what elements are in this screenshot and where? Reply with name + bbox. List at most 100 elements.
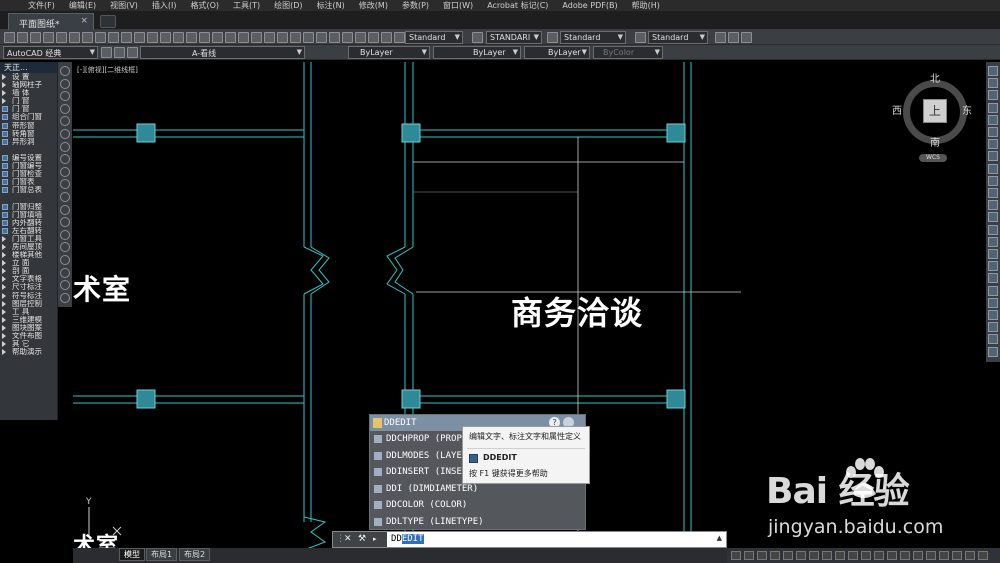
close-tab-icon[interactable]: × xyxy=(80,16,88,26)
tool-icon[interactable] xyxy=(988,90,998,101)
palette-item[interactable]: 门窗总表 xyxy=(0,186,57,194)
tool-icon[interactable] xyxy=(225,32,236,43)
tool-icon[interactable] xyxy=(60,116,70,127)
tool-icon[interactable] xyxy=(988,236,998,247)
tool-icon[interactable] xyxy=(988,224,998,235)
tool-icon[interactable] xyxy=(56,32,67,43)
chevron-up-icon[interactable]: ▲ xyxy=(717,534,722,542)
tool-icon[interactable] xyxy=(368,32,379,43)
palette-item[interactable]: 尺寸标注 xyxy=(0,283,57,291)
tool-icon[interactable] xyxy=(290,32,301,43)
tool-icon[interactable] xyxy=(95,32,106,43)
palette-item[interactable]: 门 窗 xyxy=(0,97,57,105)
autocomplete-item[interactable]: DDCOLOR (COLOR) xyxy=(370,497,585,514)
color-select[interactable]: ByLayer ▼ xyxy=(348,46,430,59)
tool-icon[interactable] xyxy=(988,322,998,333)
status-toggle-icon[interactable] xyxy=(939,551,949,560)
tool-icon[interactable] xyxy=(316,32,327,43)
tool-icon[interactable] xyxy=(988,139,998,150)
tool-icon[interactable] xyxy=(173,32,184,43)
tab-model[interactable]: 模型 xyxy=(119,548,145,561)
palette-item[interactable]: 门窗编号 xyxy=(0,162,57,170)
tool-icon[interactable] xyxy=(251,32,262,43)
tool-icon[interactable] xyxy=(199,32,210,43)
palette-item[interactable]: 门窗表 xyxy=(0,178,57,186)
palette-item[interactable]: 门窗填墙 xyxy=(0,211,57,219)
tool-icon[interactable] xyxy=(60,154,70,165)
menu-item[interactable]: 插入(I) xyxy=(152,0,177,11)
tool-icon[interactable] xyxy=(60,242,70,253)
tool-icon[interactable] xyxy=(988,297,998,308)
tool-icon[interactable] xyxy=(134,32,145,43)
menu-item[interactable]: 工具(T) xyxy=(233,0,260,11)
tool-icon[interactable] xyxy=(108,32,119,43)
tool-icon[interactable] xyxy=(303,32,314,43)
tool-icon[interactable] xyxy=(988,188,998,198)
tool-icon[interactable] xyxy=(60,166,70,177)
menu-item[interactable]: 文件(F) xyxy=(28,0,55,11)
tool-icon[interactable] xyxy=(4,32,15,43)
wrench-icon[interactable]: ⚒ xyxy=(358,532,366,547)
tool-icon[interactable] xyxy=(30,32,41,43)
tool-icon[interactable] xyxy=(728,32,739,43)
palette-item[interactable]: 内外翻转 xyxy=(0,219,57,227)
menu-item[interactable]: 帮助(H) xyxy=(632,0,660,11)
viewcube-top-face[interactable]: 上 xyxy=(923,99,947,123)
tool-icon[interactable] xyxy=(355,32,366,43)
tool-icon[interactable] xyxy=(186,32,197,43)
tool-icon[interactable] xyxy=(988,200,998,211)
close-icon[interactable]: ✕ xyxy=(344,532,352,547)
status-toggle-icon[interactable] xyxy=(978,551,988,560)
tool-icon[interactable] xyxy=(60,192,70,202)
compass-north[interactable]: 北 xyxy=(930,70,940,85)
tool-icon[interactable] xyxy=(715,32,726,43)
tool-icon[interactable] xyxy=(277,32,288,43)
palette-item[interactable]: 三维建模 xyxy=(0,316,57,324)
tool-icon[interactable] xyxy=(60,103,70,114)
palette-item[interactable]: 图层控制 xyxy=(0,300,57,308)
compass-south[interactable]: 南 xyxy=(930,134,940,149)
compass-west[interactable]: 西 xyxy=(892,102,902,117)
tool-icon[interactable] xyxy=(988,273,998,284)
palette-item[interactable]: 帮助演示 xyxy=(0,348,57,356)
palette-item[interactable]: 轴网柱子 xyxy=(0,81,57,89)
menu-item[interactable]: Adobe PDF(B) xyxy=(562,1,617,10)
palette-item[interactable]: 门 窗 xyxy=(0,105,57,113)
tool-icon[interactable] xyxy=(988,334,998,345)
tool-icon[interactable] xyxy=(329,32,340,43)
status-toggle-icon[interactable] xyxy=(913,551,923,560)
workspace-select[interactable]: AutoCAD 经典 ▼ xyxy=(3,46,98,59)
palette-item[interactable]: 异形洞 xyxy=(0,138,57,146)
tool-icon[interactable] xyxy=(60,179,70,190)
menu-item[interactable]: 修改(M) xyxy=(359,0,388,11)
tool-icon[interactable] xyxy=(988,310,998,320)
menu-item[interactable]: 视图(V) xyxy=(110,0,138,11)
palette-item[interactable]: 文字表格 xyxy=(0,275,57,283)
tool-icon[interactable] xyxy=(741,32,752,43)
status-toggle-icon[interactable] xyxy=(874,551,884,560)
palette-item[interactable]: 剖 面 xyxy=(0,267,57,275)
tool-icon[interactable] xyxy=(114,47,125,58)
layer-select[interactable]: A-看线 ▼ xyxy=(140,46,305,59)
dim-style-select[interactable]: STANDARI ▼ xyxy=(486,31,542,44)
tool-icon[interactable] xyxy=(60,204,70,215)
status-toggle-icon[interactable] xyxy=(783,551,793,560)
tool-icon[interactable] xyxy=(17,32,28,43)
viewport-label[interactable]: [-][俯视][二维线框] xyxy=(77,65,138,75)
tool-icon[interactable] xyxy=(60,78,70,89)
status-toggle-icon[interactable] xyxy=(770,551,780,560)
tool-icon[interactable] xyxy=(988,114,998,125)
tool-icon[interactable] xyxy=(127,47,138,58)
tool-icon[interactable] xyxy=(69,32,80,43)
palette-item[interactable]: 组合门窗 xyxy=(0,113,57,121)
new-tab-button[interactable] xyxy=(100,15,116,28)
tool-icon[interactable] xyxy=(988,163,998,174)
palette-item[interactable]: 墙 体 xyxy=(0,89,57,97)
tool-icon[interactable] xyxy=(60,129,70,139)
palette-item[interactable]: 带形窗 xyxy=(0,122,57,130)
status-toggle-icon[interactable] xyxy=(731,551,741,560)
tool-icon[interactable] xyxy=(394,32,405,43)
status-toggle-icon[interactable] xyxy=(900,551,910,560)
palette-item[interactable]: 房间屋顶 xyxy=(0,243,57,251)
palette-item[interactable]: 楼梯其他 xyxy=(0,251,57,259)
